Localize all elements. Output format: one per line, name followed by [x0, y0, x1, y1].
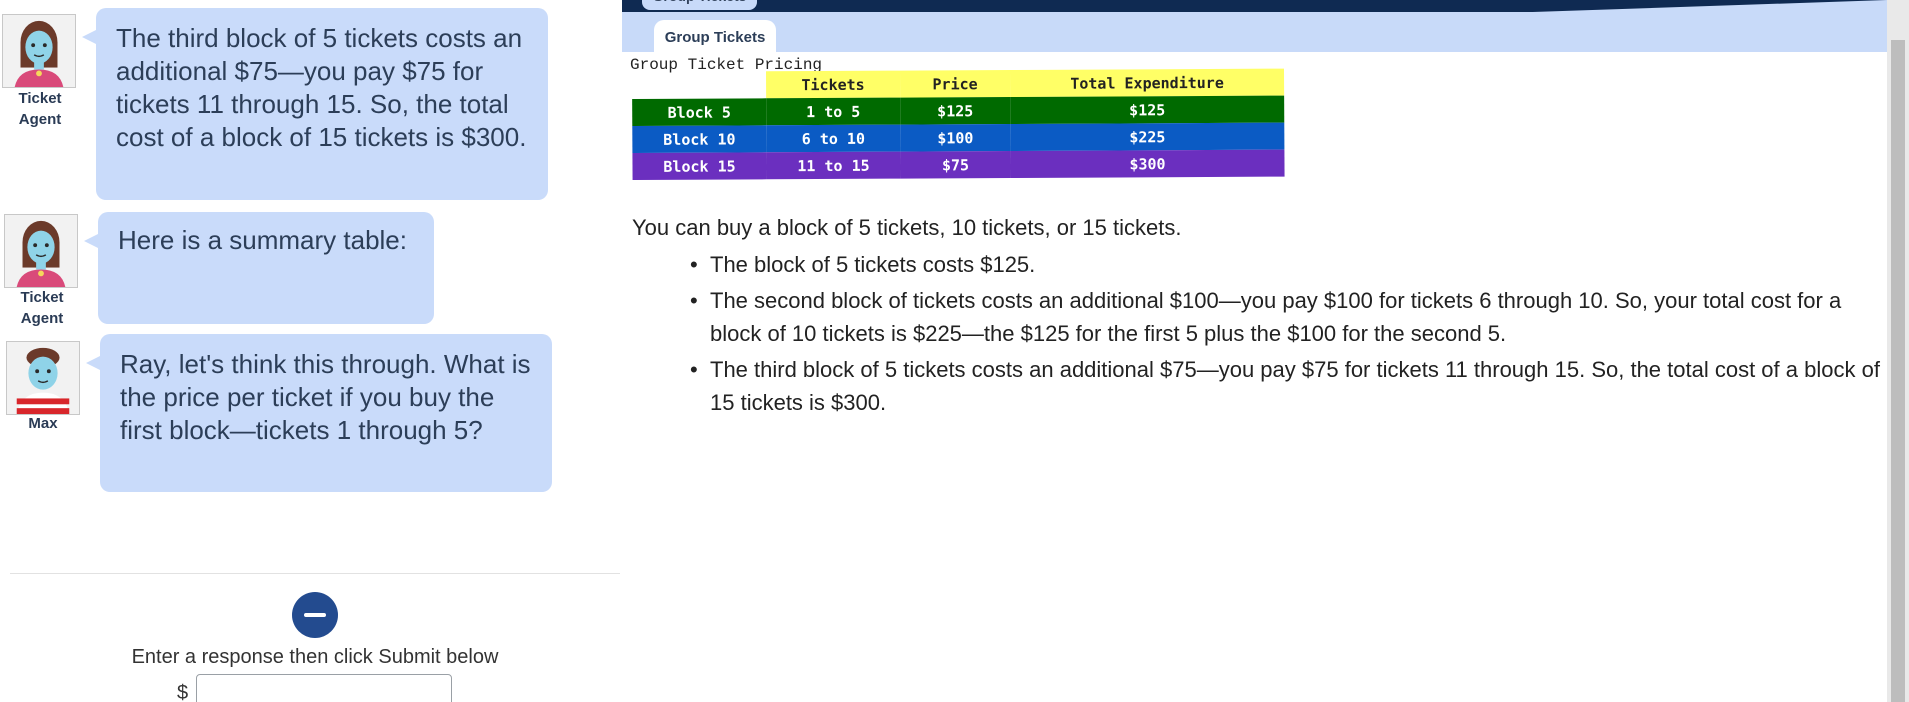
message-text: Ray, let's think this through. What is t… — [120, 349, 531, 445]
table-cell: 1 to 5 — [766, 97, 901, 126]
document-content: Group Ticket Pricing Tickets Price Total… — [622, 52, 1887, 702]
message-bubble: Ray, let's think this through. What is t… — [86, 334, 552, 492]
student-avatar-icon — [6, 341, 80, 415]
tab-bar: Group Tickets Group Tickets — [622, 0, 1887, 56]
divider — [10, 573, 620, 574]
table-cell: 11 to 15 — [766, 151, 901, 180]
column-header: Price — [899, 70, 1011, 98]
vertical-scrollbar[interactable] — [1887, 0, 1909, 702]
chat-message: Max Ray, let's think this through. What … — [0, 0, 620, 500]
table-cell: $75 — [900, 151, 1011, 179]
bullet-list: • The block of 5 tickets costs $125. • The… — [690, 248, 1880, 422]
table-cell: $125 — [1010, 95, 1285, 125]
column-header: Total Expenditure — [1009, 68, 1285, 98]
table-row: Block 10 6 to 10 $100 $225 — [632, 122, 1285, 153]
list-item: • The second block of tickets costs an ad… — [690, 288, 1842, 346]
response-prompt: Enter a response then click Submit below — [131, 646, 499, 668]
table-header-row: Tickets Price Total Expenditure — [632, 68, 1285, 99]
intro-text: You can buy a block of 5 tickets, 10 tic… — [632, 215, 1182, 240]
table-cell: 6 to 10 — [766, 124, 901, 153]
document-panel: Group Tickets Group Tickets Group Ticket… — [622, 0, 1887, 702]
list-item: • The third block of 5 tickets costs an a… — [690, 357, 1880, 415]
table-row: Block 5 1 to 5 $125 $125 — [632, 95, 1285, 126]
minus-icon — [304, 613, 326, 617]
table-cell: $125 — [900, 97, 1011, 125]
response-input[interactable] — [196, 674, 452, 702]
pricing-table: Tickets Price Total Expenditure Block 5 … — [632, 68, 1285, 180]
header-strip — [622, 0, 1887, 12]
row-label: Block 15 — [632, 152, 767, 180]
list-item: • The block of 5 tickets costs $125. — [690, 252, 1036, 277]
column-header: Tickets — [765, 70, 901, 99]
table-corner — [632, 71, 766, 99]
currency-label: $ — [177, 682, 189, 702]
row-label: Block 10 — [632, 125, 767, 153]
tab-group-tickets-top[interactable]: Group Tickets — [642, 0, 757, 10]
table-cell: $300 — [1010, 149, 1285, 179]
collapse-button[interactable] — [292, 592, 338, 638]
table-cell: $225 — [1010, 122, 1285, 152]
scrollbar-thumb[interactable] — [1891, 40, 1905, 702]
tab-group-tickets[interactable]: Group Tickets — [654, 20, 776, 56]
chat-panel: Ticket Agent The third block of 5 tickets… — [0, 0, 620, 702]
row-label: Block 5 — [632, 98, 767, 126]
speaker-name: Max — [28, 415, 58, 432]
table-row: Block 15 11 to 15 $75 $300 — [632, 149, 1285, 180]
table-cell: $100 — [900, 124, 1011, 152]
